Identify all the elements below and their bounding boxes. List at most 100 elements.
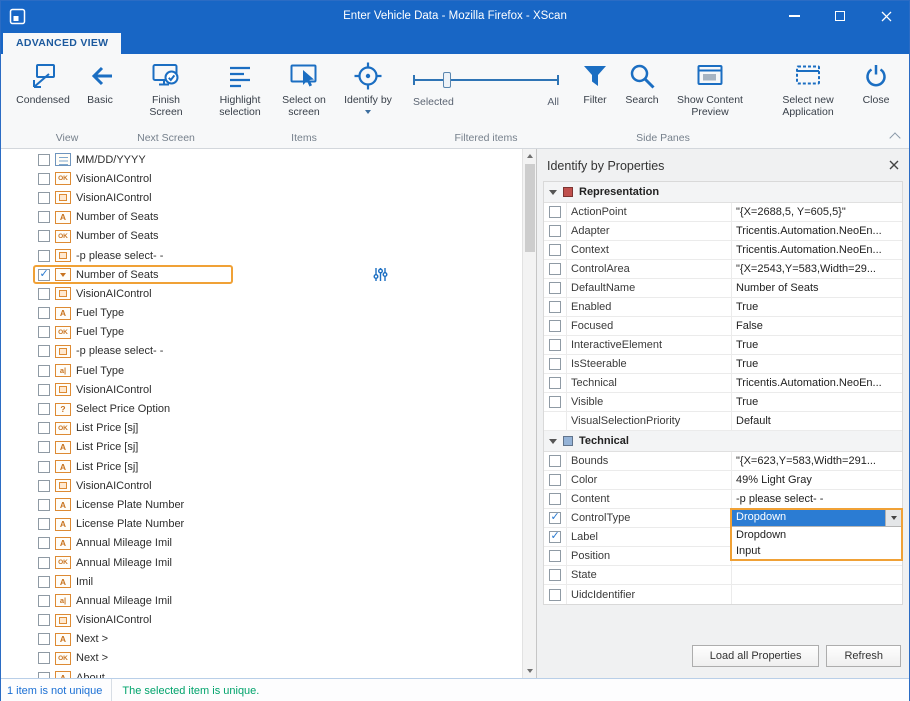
tree-row[interactable]: AImil <box>1 572 522 591</box>
dropdown-arrow-button[interactable] <box>885 510 901 526</box>
tree-row[interactable]: Number of Seats <box>1 265 522 284</box>
scrollbar-thumb[interactable] <box>525 164 535 252</box>
property-row[interactable]: VisibleTrue <box>544 393 902 412</box>
tree-item-checkbox[interactable] <box>38 192 50 204</box>
slider-handle[interactable] <box>443 72 451 88</box>
property-row[interactable]: IsSteerableTrue <box>544 355 902 374</box>
expand-triangle-icon[interactable] <box>549 190 557 195</box>
tree-row[interactable]: ANumber of Seats <box>1 208 522 227</box>
maximize-button[interactable] <box>817 1 863 31</box>
slider-track[interactable] <box>413 79 559 81</box>
dropdown-option[interactable]: Input <box>732 543 901 559</box>
expand-triangle-icon[interactable] <box>549 439 557 444</box>
property-row[interactable]: FocusedFalse <box>544 317 902 336</box>
tree-item-checkbox[interactable] <box>38 384 50 396</box>
load-all-properties-button[interactable]: Load all Properties <box>692 645 820 667</box>
tree-item-checkbox[interactable] <box>38 211 50 223</box>
tree-item-checkbox[interactable] <box>38 345 50 357</box>
property-checkbox[interactable] <box>549 282 561 294</box>
tree-row[interactable]: a|Annual Mileage Imil <box>1 591 522 610</box>
property-row[interactable]: DefaultNameNumber of Seats <box>544 279 902 298</box>
tree-item-checkbox[interactable] <box>38 652 50 664</box>
close-xscan-button[interactable]: Close <box>853 60 899 106</box>
search-button[interactable]: Search <box>619 60 665 106</box>
tree-row[interactable]: VisionAIControl <box>1 284 522 303</box>
condensed-button[interactable]: Condensed <box>11 60 75 106</box>
tree-row[interactable]: AList Price [sj] <box>1 457 522 476</box>
tree-row[interactable]: ?Select Price Option <box>1 399 522 418</box>
tree-row[interactable]: a|Fuel Type <box>1 361 522 380</box>
highlight-selection-button[interactable]: Highlight selection <box>209 60 271 119</box>
tree-row[interactable]: ALicense Plate Number <box>1 495 522 514</box>
select-on-screen-button[interactable]: Select on screen <box>273 60 335 119</box>
close-properties-button[interactable] <box>889 159 899 173</box>
property-row[interactable]: Color49% Light Gray <box>544 471 902 490</box>
tree-row[interactable]: OKList Price [sj] <box>1 419 522 438</box>
tree-item-checkbox[interactable] <box>38 173 50 185</box>
property-row[interactable]: ContextTricentis.Automation.NeoEn... <box>544 241 902 260</box>
property-row[interactable]: ControlTypeDropdownDropdownInput <box>544 509 902 528</box>
property-row[interactable]: ControlArea"{X=2543,Y=583,Width=29... <box>544 260 902 279</box>
refresh-button[interactable]: Refresh <box>826 645 901 667</box>
tree-item-checkbox[interactable] <box>38 250 50 262</box>
tree-row[interactable]: OKFuel Type <box>1 323 522 342</box>
dropdown-combo[interactable]: Dropdown <box>732 510 901 527</box>
property-checkbox[interactable] <box>549 206 561 218</box>
property-checkbox[interactable] <box>549 531 561 543</box>
controltype-dropdown[interactable]: DropdownDropdownInput <box>730 508 903 561</box>
tree-item-checkbox[interactable] <box>38 614 50 626</box>
property-row[interactable]: InteractiveElementTrue <box>544 336 902 355</box>
property-row[interactable]: Content-p please select- - <box>544 490 902 509</box>
property-checkbox[interactable] <box>549 569 561 581</box>
tree-row[interactable]: -p please select- - <box>1 342 522 361</box>
property-section-header[interactable]: Technical <box>544 431 902 452</box>
tree-item-checkbox[interactable] <box>38 633 50 645</box>
tree-item-checkbox[interactable] <box>38 537 50 549</box>
property-row[interactable]: UidcIdentifier <box>544 585 902 604</box>
property-checkbox[interactable] <box>549 225 561 237</box>
property-checkbox[interactable] <box>549 244 561 256</box>
property-row[interactable]: EnabledTrue <box>544 298 902 317</box>
tree-row[interactable]: OKNext > <box>1 649 522 668</box>
property-checkbox[interactable] <box>549 455 561 467</box>
dropdown-option[interactable]: Dropdown <box>732 527 901 543</box>
tree-row[interactable]: AAbout <box>1 668 522 678</box>
scroll-up-icon[interactable] <box>523 149 536 163</box>
tree-item-checkbox[interactable] <box>38 672 50 678</box>
tree-item-checkbox[interactable] <box>38 365 50 377</box>
property-row[interactable]: Bounds"{X=623,Y=583,Width=291... <box>544 452 902 471</box>
tree-row[interactable]: OKNumber of Seats <box>1 227 522 246</box>
identify-by-button[interactable]: Identify by <box>337 60 399 114</box>
property-checkbox[interactable] <box>549 377 561 389</box>
property-checkbox[interactable] <box>549 550 561 562</box>
tree-item-checkbox[interactable] <box>38 269 50 281</box>
tree-row[interactable]: ANext > <box>1 630 522 649</box>
tree-item-checkbox[interactable] <box>38 422 50 434</box>
property-checkbox[interactable] <box>549 396 561 408</box>
close-button[interactable] <box>863 1 909 31</box>
property-checkbox[interactable] <box>549 301 561 313</box>
show-content-preview-button[interactable]: Show Content Preview <box>667 60 753 119</box>
property-checkbox[interactable] <box>549 358 561 370</box>
tree-item-checkbox[interactable] <box>38 154 50 166</box>
tree-item-checkbox[interactable] <box>38 288 50 300</box>
tree-item-checkbox[interactable] <box>38 326 50 338</box>
tree-row[interactable]: AFuel Type <box>1 304 522 323</box>
tree-row[interactable]: VisionAIControl <box>1 476 522 495</box>
tree-row[interactable]: MM/DD/YYYY <box>1 150 522 169</box>
tree-row[interactable]: OKAnnual Mileage Imil <box>1 553 522 572</box>
tree-item-checkbox[interactable] <box>38 230 50 242</box>
filtered-items-slider[interactable]: Selected All <box>411 66 561 118</box>
property-checkbox[interactable] <box>549 474 561 486</box>
tree-row[interactable]: VisionAIControl <box>1 611 522 630</box>
tree-item-checkbox[interactable] <box>38 576 50 588</box>
tab-advanced-view[interactable]: ADVANCED VIEW <box>3 33 121 54</box>
tree-item-checkbox[interactable] <box>38 403 50 415</box>
tree-row[interactable]: AList Price [sj] <box>1 438 522 457</box>
property-checkbox[interactable] <box>549 263 561 275</box>
tree-scrollbar[interactable] <box>522 149 536 678</box>
select-new-application-button[interactable]: Select new Application <box>765 60 851 119</box>
property-checkbox[interactable] <box>549 339 561 351</box>
tree-item-checkbox[interactable] <box>38 461 50 473</box>
tree-item-checkbox[interactable] <box>38 499 50 511</box>
